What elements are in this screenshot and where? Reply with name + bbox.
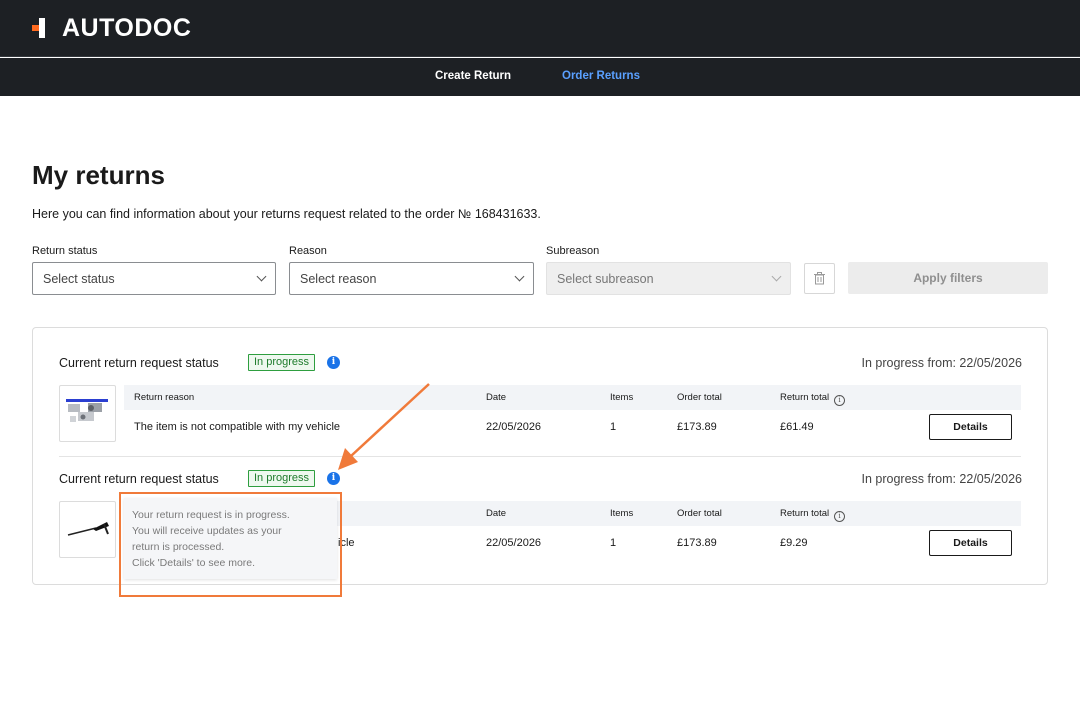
info-icon[interactable]: i	[327, 356, 340, 369]
cell-date: 22/05/2026	[486, 421, 542, 433]
brand-name: AUTODOC	[62, 13, 192, 42]
chevron-down-icon	[256, 271, 267, 282]
top-header: AUTODOC	[0, 0, 1080, 57]
return-status-label: Return status	[32, 245, 98, 257]
sub-navigation: Create Return Order Returns	[0, 58, 1080, 96]
col-return-reason: Return reason	[134, 392, 195, 403]
reason-label: Reason	[289, 245, 327, 257]
subreason-label: Subreason	[546, 245, 600, 257]
details-button[interactable]: Details	[929, 530, 1012, 556]
return-status-placeholder: Select status	[43, 271, 115, 286]
status-badge: In progress	[248, 354, 316, 371]
details-button[interactable]: Details	[929, 414, 1012, 440]
cell-return-reason: The item is not compatible with my vehic…	[134, 421, 341, 433]
cell-return-total: £9.29	[780, 537, 808, 549]
progress-from-date: In progress from: 22/05/2026	[861, 356, 1022, 370]
product-thumbnail	[59, 501, 116, 558]
col-order-total: Order total	[677, 508, 722, 519]
product-image-icon	[66, 399, 108, 422]
status-label: Current return request status	[59, 356, 219, 370]
cell-order-total: £173.89	[677, 421, 717, 433]
subreason-placeholder: Select subreason	[557, 271, 654, 286]
wiper-blade-icon	[67, 522, 109, 536]
col-date: Date	[486, 392, 507, 403]
clear-filters-button[interactable]	[804, 263, 835, 294]
cell-date: 22/05/2026	[486, 537, 542, 549]
trash-icon	[814, 272, 825, 285]
page-description: Here you can find information about your…	[32, 207, 541, 221]
status-label: Current return request status	[59, 472, 219, 486]
reason-select[interactable]: Select reason	[289, 262, 534, 295]
table-header: Return reason Date Items Order total Ret…	[124, 385, 1021, 410]
status-badge: In progress	[248, 470, 316, 487]
info-icon[interactable]: i	[327, 472, 340, 485]
col-order-total: Order total	[677, 392, 722, 403]
progress-from-date: In progress from: 22/05/2026	[861, 472, 1022, 486]
apply-filters-button[interactable]: Apply filters	[848, 262, 1048, 294]
col-date: Date	[486, 508, 507, 519]
subreason-select[interactable]: Select subreason	[546, 262, 791, 295]
tooltip-highlight-box	[119, 492, 342, 597]
chevron-down-icon	[514, 271, 525, 282]
cell-return-total: £61.49	[780, 421, 814, 433]
nav-order-returns[interactable]: Order Returns	[562, 70, 640, 82]
logo-cross-icon	[32, 18, 52, 38]
autodoc-logo[interactable]: AUTODOC	[32, 14, 191, 42]
product-thumbnail	[59, 385, 116, 442]
return-status-select[interactable]: Select status	[32, 262, 276, 295]
info-icon[interactable]: i	[834, 395, 846, 406]
reason-placeholder: Select reason	[300, 271, 377, 286]
col-return-total: Return total i	[780, 508, 846, 522]
nav-create-return[interactable]: Create Return	[435, 70, 511, 82]
col-items: Items	[610, 508, 634, 519]
col-items: Items	[610, 392, 634, 403]
cell-order-total: £173.89	[677, 537, 717, 549]
col-return-total: Return total i	[780, 392, 846, 406]
chevron-down-icon	[771, 271, 782, 282]
page-title: My returns	[32, 160, 165, 190]
row-divider	[59, 456, 1021, 457]
cell-items: 1	[610, 421, 617, 433]
info-icon[interactable]: i	[834, 511, 846, 522]
cell-items: 1	[610, 537, 617, 549]
